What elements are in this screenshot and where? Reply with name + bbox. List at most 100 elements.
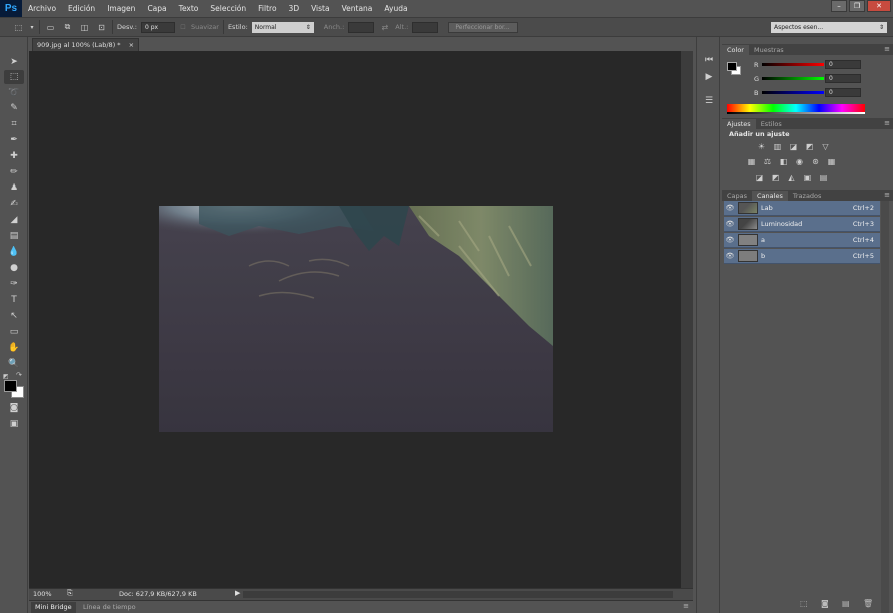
menu-archivo[interactable]: Archivo bbox=[22, 0, 62, 17]
play-icon[interactable]: ▶ bbox=[235, 589, 240, 597]
grayscale-ramp[interactable] bbox=[727, 112, 865, 114]
feather-input[interactable]: 0 px bbox=[141, 21, 175, 33]
panel-menu-icon[interactable]: ≡ bbox=[683, 602, 689, 610]
swap-icon[interactable]: ⇄ bbox=[378, 21, 391, 33]
color-balance-icon[interactable]: ⚖ bbox=[762, 157, 773, 166]
eye-icon[interactable]: 👁 bbox=[724, 204, 736, 212]
subtract-selection-icon[interactable]: ◫ bbox=[78, 21, 91, 33]
green-track[interactable] bbox=[762, 77, 824, 80]
red-value[interactable]: 0 bbox=[825, 60, 861, 69]
tab-timeline[interactable]: Línea de tiempo bbox=[79, 602, 140, 613]
history-brush-tool-icon[interactable]: ✍ bbox=[4, 197, 24, 211]
tab-color[interactable]: Color bbox=[722, 45, 749, 55]
height-input[interactable] bbox=[412, 21, 439, 33]
menu-3d[interactable]: 3D bbox=[283, 0, 306, 17]
marquee-tool-icon[interactable]: ⬚ bbox=[4, 70, 24, 84]
vertical-scrollbar[interactable] bbox=[681, 51, 693, 588]
photo-filter-icon[interactable]: ◉ bbox=[794, 157, 805, 166]
hand-tool-icon[interactable]: ✋ bbox=[4, 341, 24, 355]
clone-stamp-tool-icon[interactable]: ♟ bbox=[4, 181, 24, 195]
width-input[interactable] bbox=[348, 21, 375, 33]
document-image[interactable] bbox=[159, 206, 553, 432]
tab-adjustments[interactable]: Ajustes bbox=[722, 119, 756, 129]
type-tool-icon[interactable]: T bbox=[4, 293, 24, 307]
menu-imagen[interactable]: Imagen bbox=[101, 0, 141, 17]
blue-slider[interactable]: B bbox=[754, 88, 824, 97]
menu-texto[interactable]: Texto bbox=[173, 0, 205, 17]
channel-row[interactable]: 👁 a Ctrl+4 bbox=[724, 233, 880, 248]
properties-panel-icon[interactable]: ☰ bbox=[701, 94, 717, 107]
healing-brush-tool-icon[interactable]: ✚ bbox=[4, 149, 24, 163]
delete-channel-icon[interactable]: 🗑 bbox=[863, 599, 873, 608]
menu-vista[interactable]: Vista bbox=[305, 0, 336, 17]
brush-tool-icon[interactable]: ✏ bbox=[4, 165, 24, 179]
eye-icon[interactable]: 👁 bbox=[724, 252, 736, 260]
color-fg-swatch[interactable] bbox=[727, 62, 737, 71]
menu-edicion[interactable]: Edición bbox=[62, 0, 101, 17]
rectangle-tool-icon[interactable]: ▭ bbox=[4, 325, 24, 339]
document-tab[interactable]: 909.jpg al 100% (Lab/8) * × bbox=[32, 38, 140, 51]
green-value[interactable]: 0 bbox=[825, 74, 861, 83]
default-colors-icon[interactable]: ◩ bbox=[3, 373, 11, 380]
load-selection-icon[interactable]: ⬚ bbox=[800, 599, 808, 608]
quick-selection-tool-icon[interactable]: ✎ bbox=[4, 101, 24, 115]
intersect-selection-icon[interactable]: ⊡ bbox=[95, 21, 108, 33]
menu-capa[interactable]: Capa bbox=[141, 0, 172, 17]
menu-ayuda[interactable]: Ayuda bbox=[378, 0, 413, 17]
export-icon[interactable]: ⎘ bbox=[67, 589, 73, 598]
red-slider[interactable]: R bbox=[754, 60, 824, 69]
swap-colors-icon[interactable]: ↷ bbox=[16, 371, 24, 379]
menu-ventana[interactable]: Ventana bbox=[336, 0, 379, 17]
workspace-select[interactable]: Aspectos esen... ⇕ bbox=[771, 22, 887, 33]
quick-mask-icon[interactable]: ◙ bbox=[4, 401, 24, 415]
zoom-level[interactable]: 100% bbox=[33, 590, 52, 598]
brightness-icon[interactable]: ☀ bbox=[756, 142, 767, 151]
minimize-button[interactable]: – bbox=[831, 0, 847, 12]
vibrance-icon[interactable]: ▽ bbox=[820, 142, 831, 151]
gradient-map-icon[interactable]: ▤ bbox=[818, 173, 829, 182]
style-select[interactable]: Normal ⇕ bbox=[251, 21, 314, 33]
red-track[interactable] bbox=[762, 63, 824, 66]
channels-scrollbar[interactable] bbox=[881, 201, 889, 613]
close-window-button[interactable]: ✕ bbox=[867, 0, 891, 12]
maximize-button[interactable]: ❐ bbox=[849, 0, 865, 12]
close-icon[interactable]: × bbox=[129, 41, 134, 49]
channel-mixer-icon[interactable]: ⊛ bbox=[810, 157, 821, 166]
black-white-icon[interactable]: ◧ bbox=[778, 157, 789, 166]
levels-icon[interactable]: ▥ bbox=[772, 142, 783, 151]
tab-styles[interactable]: Estilos bbox=[756, 119, 787, 129]
screen-mode-icon[interactable]: ▣ bbox=[4, 417, 24, 431]
channel-row[interactable]: 👁 Lab Ctrl+2 bbox=[724, 201, 880, 216]
color-lookup-icon[interactable]: ▦ bbox=[826, 157, 837, 166]
eyedropper-tool-icon[interactable]: ✒ bbox=[4, 133, 24, 147]
channel-row[interactable]: 👁 b Ctrl+5 bbox=[724, 249, 880, 264]
channel-row[interactable]: 👁 Luminosidad Ctrl+3 bbox=[724, 217, 880, 232]
panel-menu-icon[interactable]: ≡ bbox=[884, 191, 890, 199]
new-channel-icon[interactable]: ▤ bbox=[842, 599, 850, 608]
lasso-tool-icon[interactable]: ➰ bbox=[4, 86, 24, 100]
tab-swatches[interactable]: Muestras bbox=[749, 45, 789, 55]
add-selection-icon[interactable]: ⧉ bbox=[61, 21, 74, 33]
gradient-tool-icon[interactable]: ▤ bbox=[4, 229, 24, 243]
new-selection-icon[interactable]: ▭ bbox=[44, 21, 57, 33]
blur-tool-icon[interactable]: 💧 bbox=[4, 245, 24, 259]
blue-value[interactable]: 0 bbox=[825, 88, 861, 97]
refine-edge-button[interactable]: Perfeccionar bor... bbox=[448, 21, 519, 33]
chevron-down-icon[interactable]: ▾ bbox=[29, 21, 35, 33]
tab-layers[interactable]: Capas bbox=[722, 191, 752, 201]
actions-panel-icon[interactable]: ▶ bbox=[701, 70, 717, 83]
zoom-tool-icon[interactable]: 🔍 bbox=[4, 357, 24, 371]
eraser-tool-icon[interactable]: ◢ bbox=[4, 213, 24, 227]
move-tool-icon[interactable]: ➤ bbox=[4, 55, 24, 69]
tab-mini-bridge[interactable]: Mini Bridge bbox=[31, 602, 76, 613]
eye-icon[interactable]: 👁 bbox=[724, 220, 736, 228]
hue-saturation-icon[interactable]: ▦ bbox=[746, 157, 757, 166]
tab-paths[interactable]: Trazados bbox=[788, 191, 827, 201]
exposure-icon[interactable]: ◩ bbox=[804, 142, 815, 151]
foreground-color-swatch[interactable] bbox=[4, 380, 17, 392]
path-selection-tool-icon[interactable]: ↖ bbox=[4, 309, 24, 323]
menu-filtro[interactable]: Filtro bbox=[252, 0, 282, 17]
dodge-tool-icon[interactable]: ● bbox=[4, 261, 24, 275]
menu-seleccion[interactable]: Selección bbox=[204, 0, 252, 17]
checkbox-icon[interactable]: ☐ bbox=[179, 21, 187, 33]
